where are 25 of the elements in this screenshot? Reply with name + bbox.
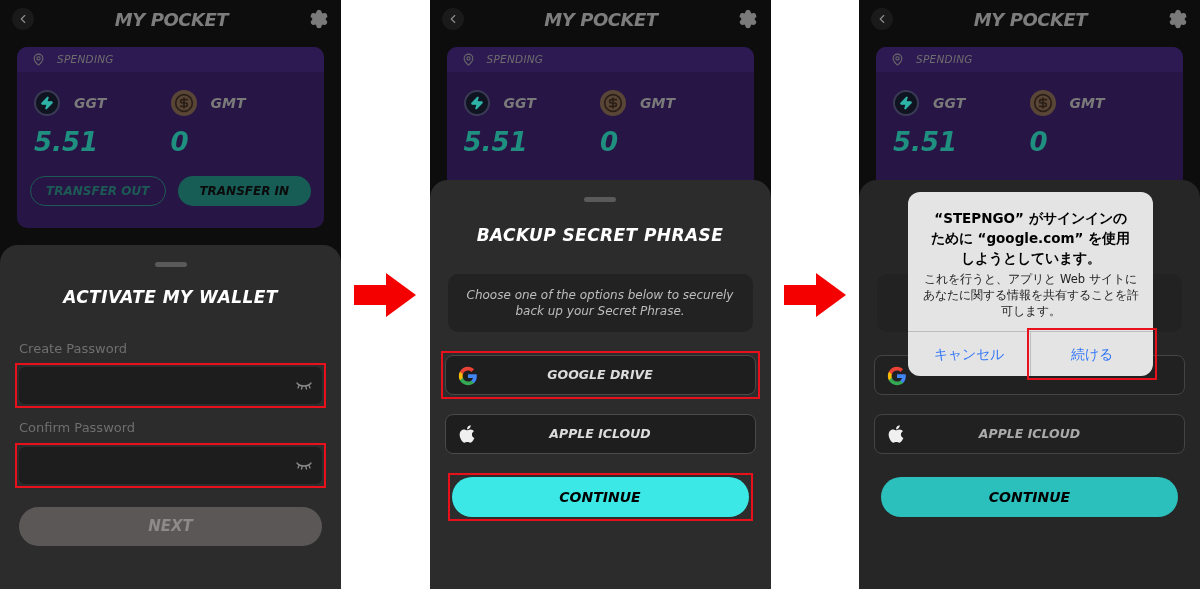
wallet-label: SPENDING bbox=[916, 51, 973, 67]
token-amount: 5.51 bbox=[463, 128, 529, 156]
token-amount: 0 bbox=[600, 128, 620, 156]
token-amount: 0 bbox=[1029, 128, 1049, 156]
token-name: GGT bbox=[74, 93, 107, 113]
dialog-title: “STEPNGO” がサインインのために “google.com” を使用しようとしています。 bbox=[929, 209, 1132, 268]
wallet-label: SPENDING bbox=[486, 51, 544, 67]
token-amount: 5.51 bbox=[34, 128, 100, 156]
token-amount: 0 bbox=[170, 128, 190, 156]
dialog-message: これを行うと、アプリと Web サイトにあなたに関する情報を共有することを許可します。 bbox=[921, 271, 1140, 319]
sheet-title: ACTIVATE MY WALLET bbox=[61, 286, 280, 309]
screen-title: MY POCKET bbox=[114, 7, 229, 32]
field-label: Confirm Password bbox=[19, 419, 137, 437]
token-name: GGT bbox=[933, 93, 966, 113]
token-name: GGT bbox=[503, 93, 536, 113]
wallet-label: SPENDING bbox=[57, 51, 114, 67]
screen-title: MY POCKET bbox=[973, 7, 1088, 32]
token-amount: 5.51 bbox=[893, 128, 959, 156]
token-name: GMT bbox=[1069, 93, 1105, 113]
token-name: GMT bbox=[210, 93, 246, 113]
sheet-title: BACKUP SECRET PHRASE bbox=[476, 224, 724, 248]
description-text: Choose one of the options below to securely back up your Secret Phrase. bbox=[465, 287, 735, 319]
screen-title: MY POCKET bbox=[544, 7, 658, 32]
field-label: Create Password bbox=[19, 339, 129, 358]
token-name: GMT bbox=[640, 93, 675, 113]
